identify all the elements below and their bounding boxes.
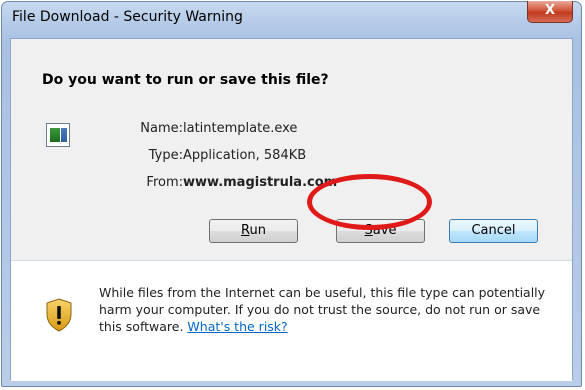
file-info-panel: Do you want to run or save this file? Na… bbox=[11, 39, 572, 261]
close-button[interactable]: X bbox=[527, 1, 573, 23]
type-label: Type: bbox=[148, 148, 183, 163]
run-label-rest: un bbox=[249, 223, 266, 238]
red-highlight-circle bbox=[307, 174, 432, 230]
dialog-question: Do you want to run or save this file? bbox=[42, 72, 329, 88]
title-bar[interactable]: File Download - Security Warning X bbox=[2, 1, 581, 38]
name-value: latintemplate.exe bbox=[183, 121, 298, 136]
application-file-icon bbox=[46, 123, 70, 147]
name-label: Name: bbox=[140, 121, 183, 136]
window-title: File Download - Security Warning bbox=[12, 9, 243, 25]
warning-message: While files from the Internet can be use… bbox=[99, 285, 546, 334]
whats-the-risk-link[interactable]: What's the risk? bbox=[187, 319, 287, 334]
cancel-button[interactable]: Cancel bbox=[449, 219, 538, 243]
warning-text-block: While files from the Internet can be use… bbox=[99, 284, 559, 335]
run-button[interactable]: Run bbox=[209, 219, 298, 243]
type-value: Application, 584KB bbox=[183, 148, 307, 163]
from-label: From: bbox=[146, 175, 183, 190]
security-shield-icon bbox=[46, 298, 72, 332]
